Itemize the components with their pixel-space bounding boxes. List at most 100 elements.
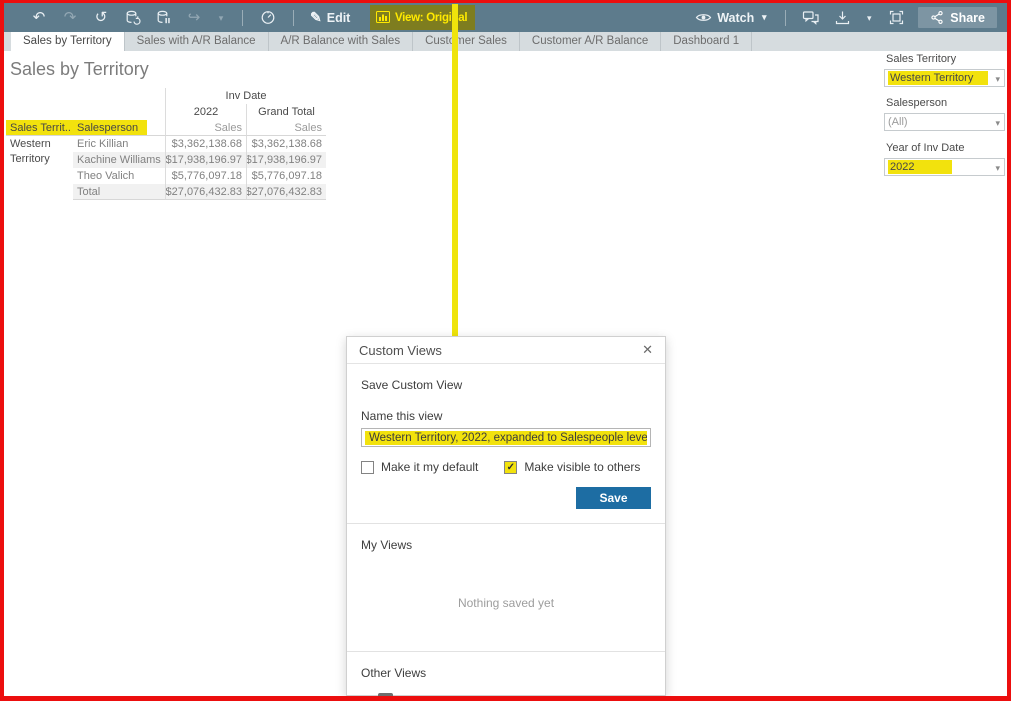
filter-year-of-inv-date: Year of Inv Date 2022 ▾ — [884, 142, 1005, 176]
value-cell[interactable]: $17,938,196.97 — [246, 152, 326, 168]
sheet-tab-bar: Sales by Territory Sales with A/R Balanc… — [4, 32, 1007, 51]
filter-value: 2022 — [888, 160, 952, 174]
value-cell[interactable]: $5,776,097.18 — [246, 168, 326, 184]
edit-button-label: Edit — [327, 11, 351, 25]
year-of-inv-date-dropdown[interactable]: 2022 ▾ — [884, 158, 1005, 176]
close-icon[interactable]: ✕ — [642, 342, 653, 358]
column-header-grand-total[interactable]: Grand Total — [246, 104, 326, 120]
view-chart-icon — [376, 11, 390, 24]
salesperson-cell[interactable]: Kachine Williams — [73, 152, 165, 168]
toolbar-right-group: Watch ▾ ▾ — [695, 7, 997, 28]
tab-customer-sales[interactable]: Customer Sales — [413, 32, 520, 51]
view-name-value: Western Territory, 2022, expanded to Sal… — [365, 431, 647, 445]
filter-value: Western Territory — [888, 71, 988, 85]
eye-icon — [695, 9, 712, 26]
toolbar-separator — [242, 10, 243, 26]
flow-forward-icon: ↪ — [185, 9, 203, 27]
dialog-header: Custom Views ✕ — [347, 337, 665, 364]
make-visible-label: Make visible to others — [524, 460, 640, 474]
flow-forward-caret-icon: ▾ — [216, 9, 226, 27]
watch-button-label: Watch — [717, 11, 754, 25]
tab-ar-balance-with-sales[interactable]: A/R Balance with Sales — [269, 32, 414, 51]
other-view-row[interactable]: ✓ Original (default) DS Clark Walliser — [361, 693, 651, 701]
download-caret-icon[interactable]: ▾ — [864, 9, 874, 27]
view-name-input[interactable]: Western Territory, 2022, expanded to Sal… — [361, 428, 651, 447]
pause-updates-icon[interactable] — [154, 9, 172, 26]
toolbar-left-group: ↶ ↷ ↺ ↪ — [30, 9, 350, 27]
annotation-yellow-line — [452, 4, 458, 336]
column-dimension-header[interactable]: Inv Date — [165, 88, 326, 104]
tab-sales-with-ar-balance[interactable]: Sales with A/R Balance — [125, 32, 269, 51]
make-visible-checkbox[interactable]: ✓ — [504, 461, 517, 474]
salesperson-cell[interactable]: Theo Valich — [73, 168, 165, 184]
value-cell[interactable]: $3,362,138.68 — [246, 136, 326, 152]
filter-salesperson: Salesperson (All) ▾ — [884, 97, 1005, 131]
share-button-label: Share — [950, 11, 985, 25]
empty-state-text: Nothing saved yet — [361, 596, 651, 610]
other-view-name: Original (default) — [401, 694, 490, 701]
measure-label-sales: Sales — [246, 120, 326, 136]
share-button[interactable]: Share — [918, 7, 997, 28]
salesperson-dropdown[interactable]: (All) ▾ — [884, 113, 1005, 131]
dialog-title: Custom Views — [359, 343, 442, 358]
edit-button[interactable]: ✎ Edit — [310, 9, 350, 26]
edit-pencil-icon: ✎ — [310, 9, 322, 26]
watch-caret-icon: ▾ — [759, 12, 769, 23]
dropdown-caret-icon: ▾ — [995, 118, 1000, 129]
filter-value: (All) — [888, 116, 908, 128]
save-custom-view-label: Save Custom View — [361, 378, 651, 392]
tab-dashboard-1[interactable]: Dashboard 1 — [661, 32, 752, 51]
divider — [347, 651, 665, 652]
make-default-checkbox[interactable] — [361, 461, 374, 474]
other-views-label: Other Views — [361, 666, 651, 680]
total-value-cell[interactable]: $27,076,432.83 — [246, 184, 326, 200]
view-original-button[interactable]: View: Original — [370, 5, 475, 30]
checkbox-row: Make it my default ✓ Make visible to oth… — [361, 460, 651, 474]
total-value-cell[interactable]: $27,076,432.83 — [165, 184, 246, 200]
tab-sales-by-territory[interactable]: Sales by Territory — [11, 32, 125, 51]
filter-label: Salesperson — [886, 97, 1005, 109]
redo-icon[interactable]: ↷ — [61, 9, 79, 27]
value-cell[interactable]: $3,362,138.68 — [165, 136, 246, 152]
toolbar-separator — [785, 10, 786, 26]
value-cell[interactable]: $5,776,097.18 — [165, 168, 246, 184]
column-header-2022[interactable]: 2022 — [165, 104, 246, 120]
row-header-salesperson[interactable]: Salesperson — [73, 120, 165, 136]
filter-label: Sales Territory — [886, 53, 1005, 65]
fullscreen-icon[interactable] — [887, 9, 905, 26]
territory-row-header[interactable]: Western Territory — [6, 136, 73, 200]
share-icon — [930, 10, 944, 25]
watch-button[interactable]: Watch ▾ — [695, 9, 769, 26]
sheet-title: Sales by Territory — [10, 59, 149, 80]
selected-check-icon: ✓ — [361, 694, 370, 701]
metrics-gauge-icon[interactable] — [259, 9, 277, 26]
toolbar: ↶ ↷ ↺ ↪ — [4, 3, 1007, 32]
divider — [347, 523, 665, 524]
salesperson-cell[interactable]: Eric Killian — [73, 136, 165, 152]
value-cell[interactable]: $17,938,196.97 — [165, 152, 246, 168]
download-icon[interactable] — [833, 9, 851, 26]
filter-label: Year of Inv Date — [886, 142, 1005, 154]
sales-territory-dropdown[interactable]: Western Territory ▾ — [884, 69, 1005, 87]
view-thumbnail-icon — [378, 693, 393, 701]
undo-icon[interactable]: ↶ — [30, 9, 48, 27]
other-view-owner: DS Clark Walliser — [565, 695, 651, 701]
comments-icon[interactable] — [802, 9, 820, 26]
toolbar-separator — [293, 10, 294, 26]
save-button[interactable]: Save — [576, 487, 651, 509]
crosstab-table: Inv Date 2022 Grand Total Sales Territ..… — [6, 88, 326, 200]
total-row-header[interactable]: Total — [73, 184, 165, 200]
table-spacer — [6, 88, 165, 104]
screenshot-frame: ↶ ↷ ↺ ↪ — [0, 0, 1011, 701]
filter-sales-territory: Sales Territory Western Territory ▾ — [884, 53, 1005, 87]
row-header-sales-territory[interactable]: Sales Territ.. — [6, 120, 73, 136]
dialog-body: Save Custom View Name this view Western … — [347, 378, 665, 701]
name-this-view-label: Name this view — [361, 409, 651, 423]
make-default-label: Make it my default — [381, 460, 478, 474]
dropdown-caret-icon: ▾ — [995, 163, 1000, 174]
tab-customer-ar-balance[interactable]: Customer A/R Balance — [520, 32, 661, 51]
revert-icon[interactable]: ↺ — [92, 9, 110, 27]
measure-label-sales: Sales — [165, 120, 246, 136]
refresh-data-icon[interactable] — [123, 9, 141, 26]
table-spacer — [6, 104, 165, 120]
